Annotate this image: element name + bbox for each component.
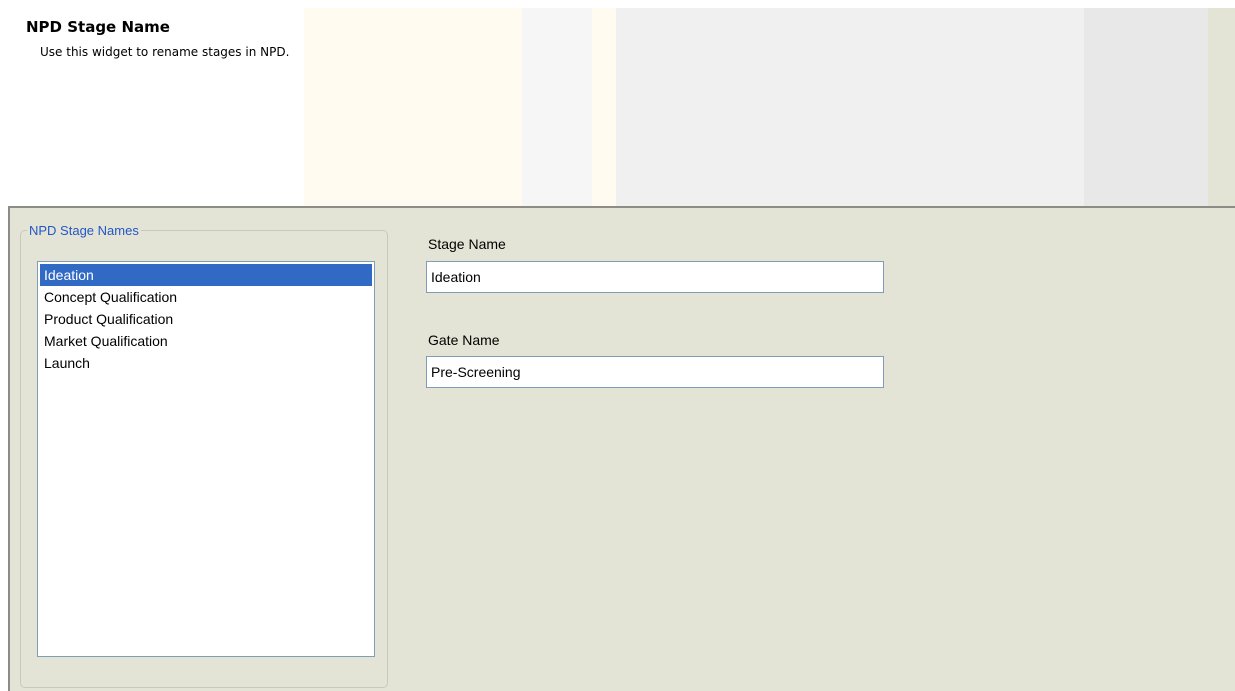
gate-name-label: Gate Name [428, 332, 500, 348]
stage-name-label: Stage Name [428, 236, 506, 252]
list-item-ideation[interactable]: Ideation [40, 264, 372, 286]
header-band [1084, 8, 1208, 206]
gate-name-input[interactable] [426, 356, 884, 388]
top-border [0, 0, 1235, 8]
list-item-concept-qualification[interactable]: Concept Qualification [40, 286, 372, 308]
left-border [0, 0, 8, 691]
page-description: Use this widget to rename stages in NPD. [40, 45, 290, 59]
header-banner: NPD Stage Name Use this widget to rename… [8, 8, 1235, 206]
header-band [1208, 8, 1235, 206]
list-item-launch[interactable]: Launch [40, 352, 372, 374]
groupbox-legend: NPD Stage Names [27, 223, 141, 238]
content-panel: NPD Stage Names Ideation Concept Qualifi… [8, 206, 1235, 691]
page-title: NPD Stage Name [26, 18, 170, 36]
header-band [616, 8, 1084, 206]
header-band [8, 8, 304, 206]
list-item-product-qualification[interactable]: Product Qualification [40, 308, 372, 330]
stage-names-groupbox: NPD Stage Names Ideation Concept Qualifi… [20, 223, 388, 688]
list-item-market-qualification[interactable]: Market Qualification [40, 330, 372, 352]
stage-names-listbox[interactable]: Ideation Concept Qualification Product Q… [37, 261, 375, 657]
stage-name-input[interactable] [426, 261, 884, 293]
header-band [522, 8, 592, 206]
header-band [592, 8, 616, 206]
widget-window: NPD Stage Name Use this widget to rename… [0, 0, 1235, 691]
header-band [304, 8, 522, 206]
